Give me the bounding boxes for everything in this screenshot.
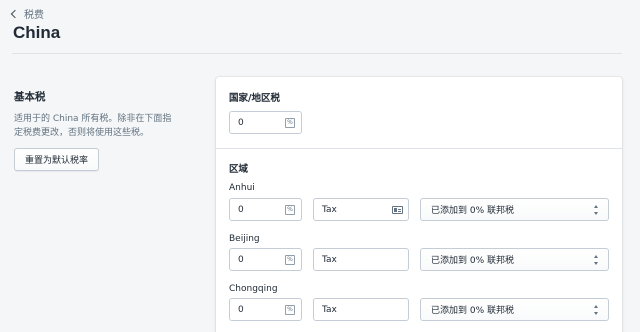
region-tax-name-input[interactable]: Tax xyxy=(313,248,409,271)
country-tax-label: 国家/地区税 xyxy=(229,93,280,104)
section-description-line: 定税费更改，否则将使用这些税。 xyxy=(14,128,150,138)
region-tax-mode-value: 已添加到 0% 联邦税 xyxy=(431,206,514,216)
chevron-left-icon xyxy=(10,9,20,19)
region-rate-value: 0 xyxy=(238,204,244,215)
card-divider xyxy=(216,148,622,149)
region-rate-input[interactable]: 0 % xyxy=(229,198,302,221)
region-tax-name-input[interactable]: Tax xyxy=(313,198,409,221)
region-name: Anhui xyxy=(229,183,255,193)
region-tax-mode-value: 已添加到 0% 联邦税 xyxy=(431,256,514,266)
section-title: 基本税 xyxy=(14,91,46,103)
region-tax-mode-value: 已添加到 0% 联邦税 xyxy=(431,306,514,316)
region-rate-value: 0 xyxy=(238,254,244,265)
region-tax-name-value: Tax xyxy=(322,254,337,265)
tax-card: 国家/地区税 0 % 区域 Anhui 0 % Tax 已添加到 0% 联邦税 … xyxy=(216,77,622,332)
percent-icon: % xyxy=(285,254,295,265)
region-tax-name-value: Tax xyxy=(322,204,337,215)
region-rate-input[interactable]: 0 % xyxy=(229,298,302,321)
page-title: China xyxy=(13,23,61,42)
region-rate-input[interactable]: 0 % xyxy=(229,248,302,271)
country-tax-value: 0 xyxy=(238,117,244,128)
reset-to-default-button[interactable]: 重置为默认税率 xyxy=(14,148,99,171)
percent-icon: % xyxy=(285,204,295,215)
select-arrows-icon xyxy=(593,304,599,315)
country-tax-input[interactable]: 0 % xyxy=(229,111,302,134)
contact-card-icon xyxy=(392,205,403,214)
breadcrumb-label: 税费 xyxy=(24,10,44,21)
percent-icon: % xyxy=(285,117,295,128)
region-tax-name-input[interactable]: Tax xyxy=(313,298,409,321)
header-divider xyxy=(12,53,622,54)
breadcrumb[interactable]: 税费 xyxy=(10,6,44,21)
section-description: 适用于的 China 所有税。除非在下面指 定税费更改，否则将使用这些税。 xyxy=(14,112,194,140)
region-tax-mode-select[interactable]: 已添加到 0% 联邦税 xyxy=(420,298,609,321)
section-description-line: 适用于的 China 所有税。除非在下面指 xyxy=(14,114,172,124)
tax-settings-page: 税费 China 基本税 适用于的 China 所有税。除非在下面指 定税费更改… xyxy=(0,0,640,332)
region-name: Beijing xyxy=(229,234,260,244)
select-arrows-icon xyxy=(593,204,599,215)
region-rate-value: 0 xyxy=(238,304,244,315)
region-tax-mode-select[interactable]: 已添加到 0% 联邦税 xyxy=(420,198,609,221)
region-tax-mode-select[interactable]: 已添加到 0% 联邦税 xyxy=(420,248,609,271)
region-name: Chongqing xyxy=(229,284,278,294)
percent-icon: % xyxy=(285,304,295,315)
select-arrows-icon xyxy=(593,254,599,265)
region-tax-name-value: Tax xyxy=(322,304,337,315)
regions-label: 区域 xyxy=(229,164,249,175)
